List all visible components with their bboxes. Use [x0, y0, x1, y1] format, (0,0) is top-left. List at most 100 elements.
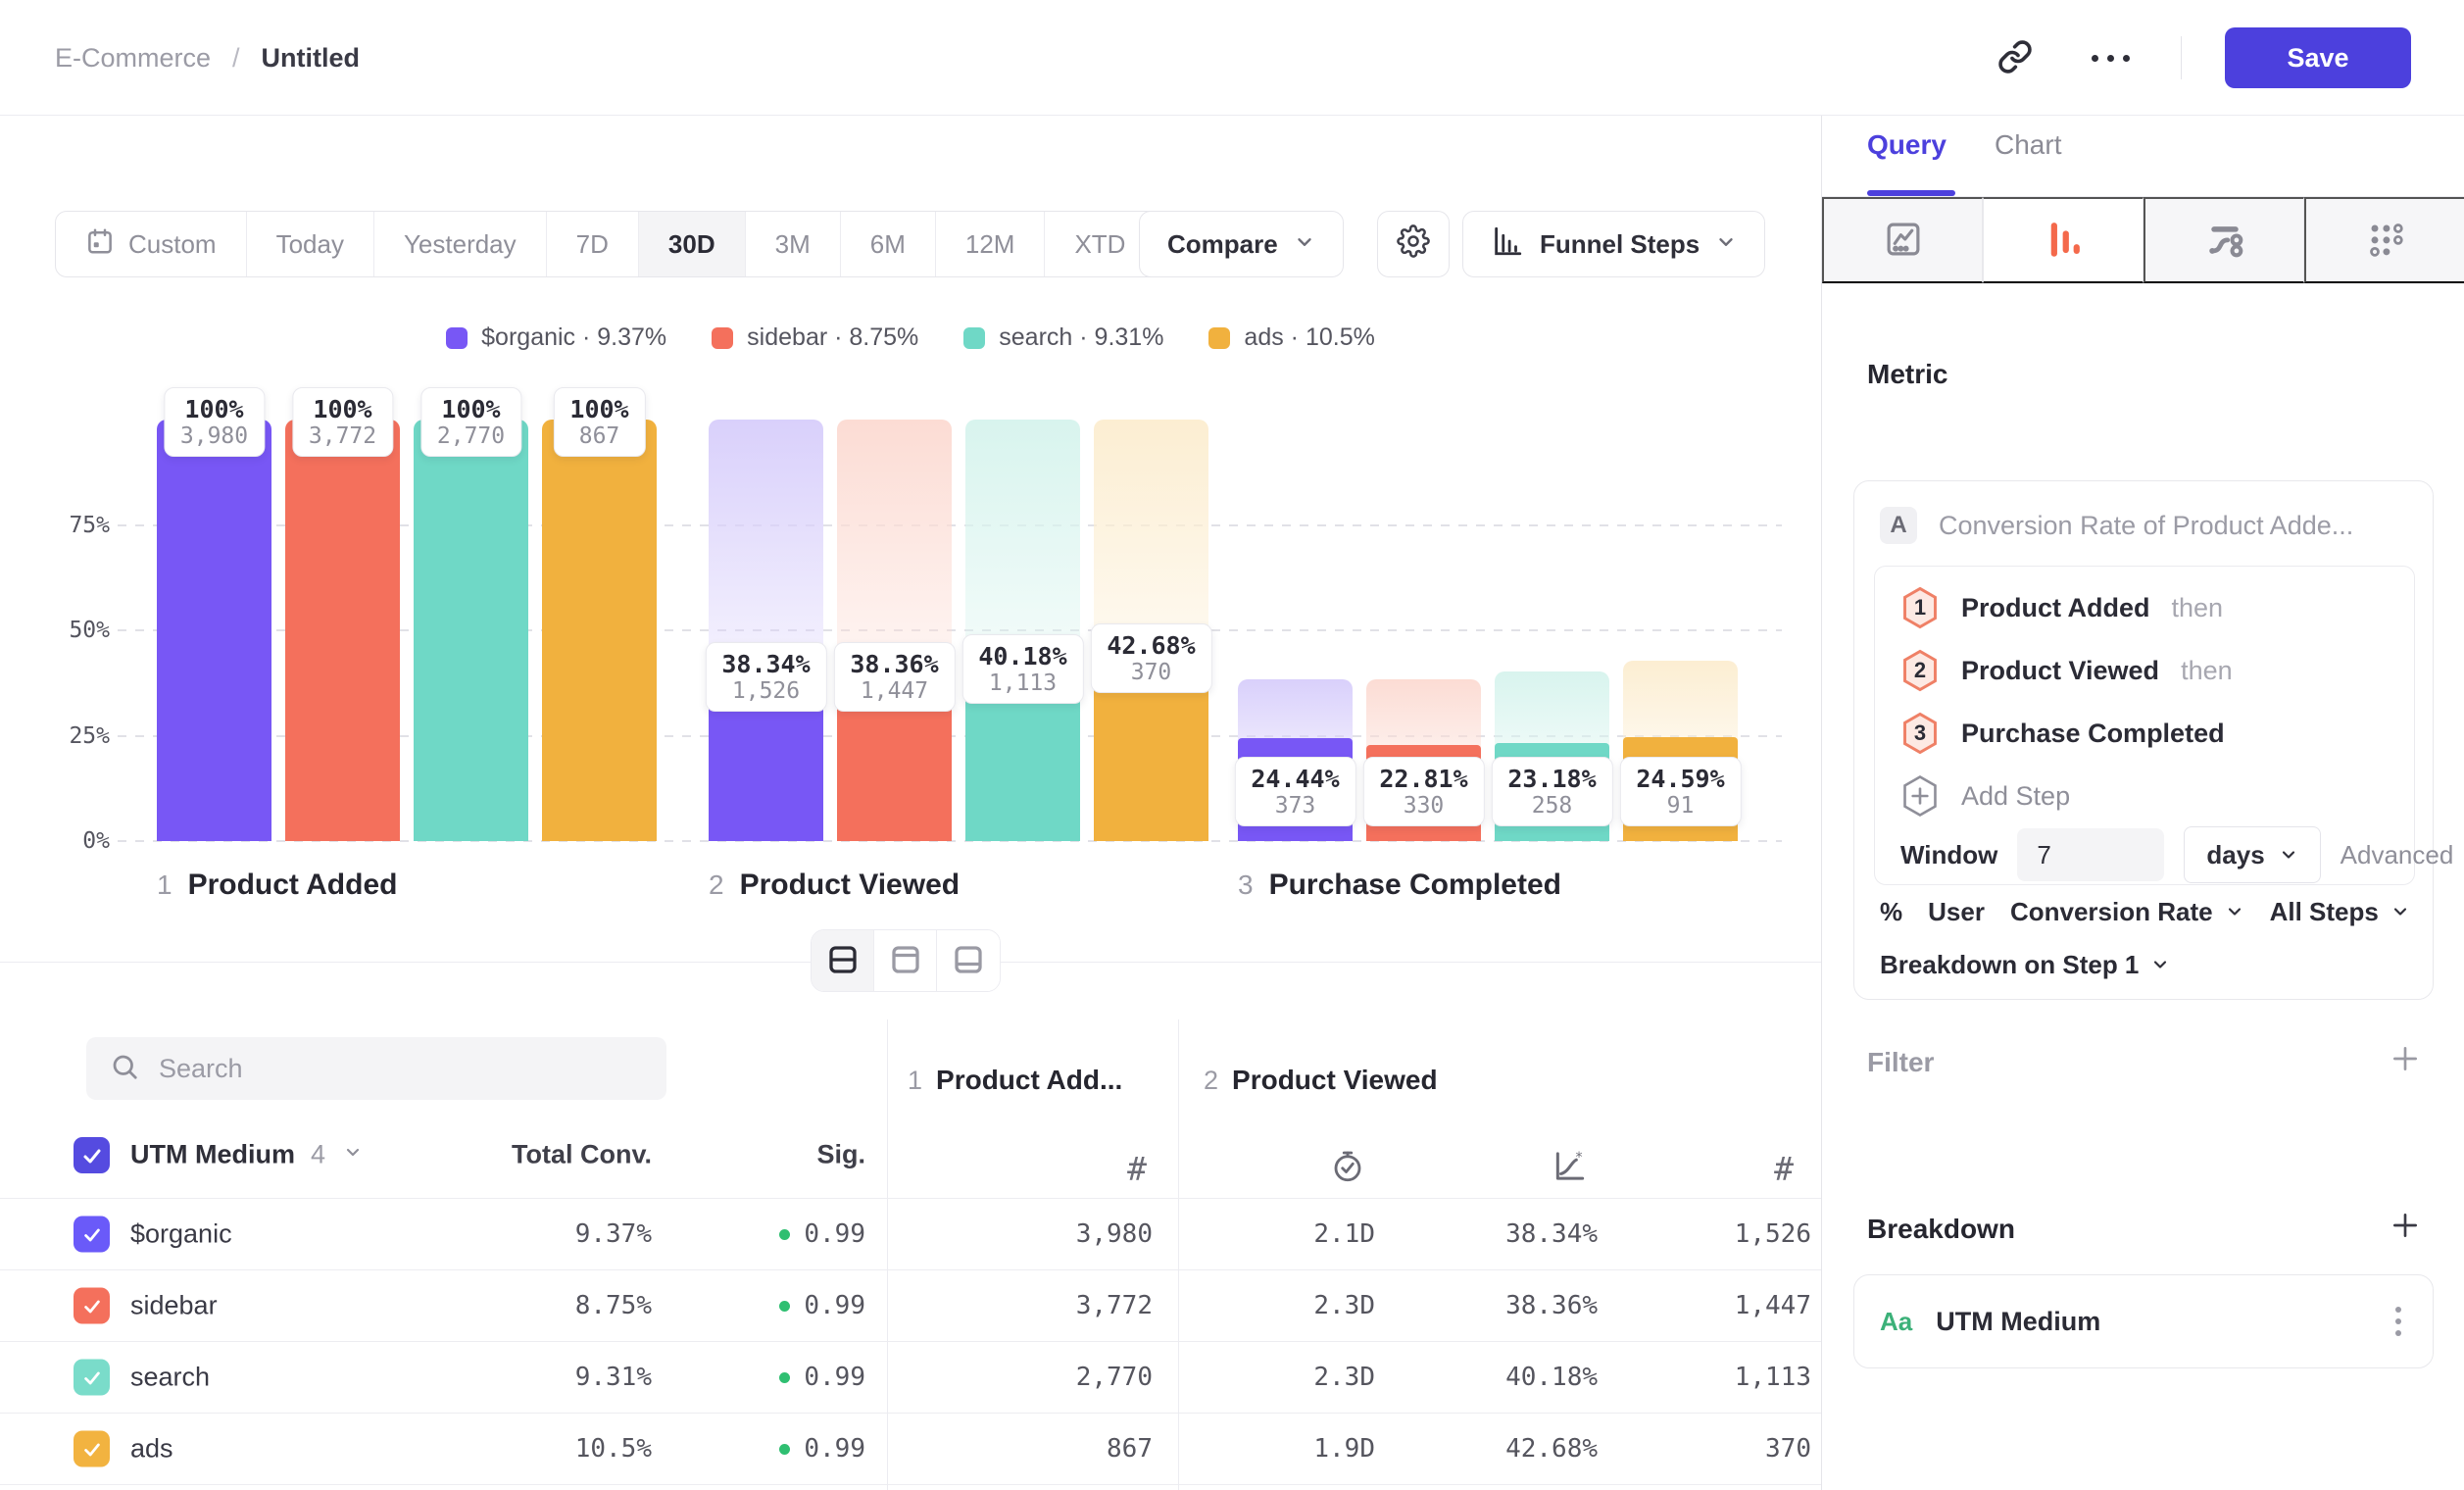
range-7d[interactable]: 7D	[547, 212, 639, 276]
step-name: Product Add...	[936, 1065, 1122, 1096]
step-name: Purchase Completed	[1269, 869, 1561, 902]
legend-item-search[interactable]: search · 9.31%	[963, 323, 1163, 352]
range-custom[interactable]: Custom	[56, 212, 247, 276]
range-today[interactable]: Today	[247, 212, 374, 276]
measure-steps-select[interactable]: All Steps	[2270, 897, 2410, 927]
row-name: ads	[130, 1434, 173, 1465]
metric-step-1[interactable]: 1Product Addedthen	[1900, 586, 2223, 629]
step-hexagon-badge: 2	[1900, 649, 1940, 692]
measure-user[interactable]: User	[1928, 897, 1985, 927]
step2-count: 1,447	[1735, 1291, 1811, 1320]
table-row-ads[interactable]: ads10.5%8671.9D42.68%3700.99	[0, 1414, 1821, 1485]
view-chart-only-button[interactable]	[874, 930, 937, 991]
breakdown-on-row: Breakdown on Step 1	[1880, 938, 2170, 991]
tab-chart[interactable]: Chart	[1995, 129, 2061, 161]
measure-prefix[interactable]: %	[1880, 897, 1902, 927]
step-number: 3	[1238, 869, 1254, 901]
count-metric-icon[interactable]: #	[1774, 1150, 1794, 1188]
measure-type-select[interactable]: Conversion Rate	[2010, 897, 2244, 927]
range-label: XTD	[1074, 229, 1125, 260]
range-label: 30D	[668, 229, 715, 260]
table-row-sidebar[interactable]: sidebar8.75%3,7722.3D38.36%1,4470.99	[0, 1270, 1821, 1342]
avg-time-metric-icon[interactable]	[1330, 1149, 1365, 1189]
bar-count: 330	[1379, 793, 1467, 819]
bar-count: 91	[1636, 793, 1724, 819]
funnel-bar-search-step1[interactable]	[414, 420, 528, 841]
split-view-icon	[825, 942, 861, 980]
add-step-button[interactable]: Add Step	[1900, 774, 2070, 818]
kebab-menu-icon[interactable]	[2390, 1301, 2407, 1342]
count-metric-icon[interactable]: #	[1127, 1150, 1147, 1188]
breadcrumb-separator: /	[232, 43, 240, 74]
metric-step-2[interactable]: 2Product Viewedthen	[1900, 649, 2233, 692]
total-conv-header[interactable]: Total Conv.	[512, 1140, 652, 1170]
step2-conv: 42.68%	[1505, 1434, 1598, 1464]
legend-item-ads[interactable]: ads · 10.5%	[1208, 323, 1374, 352]
chart-type-retention-tab[interactable]	[2304, 197, 2464, 283]
metric-title: Conversion Rate of Product Adde...	[1939, 511, 2353, 541]
search-input[interactable]	[157, 1053, 643, 1085]
bar-value-label: 40.18%1,113	[961, 634, 1083, 704]
window-unit-select[interactable]: days	[2184, 826, 2320, 883]
chart-type-flow-tab[interactable]	[2144, 197, 2304, 283]
breakdown-item[interactable]: Aa UTM Medium	[1853, 1274, 2434, 1368]
chart-type-funnel-tab[interactable]	[1983, 197, 2144, 283]
chart-type-selector-button[interactable]: Funnel Steps	[1462, 211, 1765, 277]
sig-number: 0.99	[804, 1291, 865, 1320]
sig-header[interactable]: Sig.	[816, 1140, 865, 1170]
range-6m[interactable]: 6M	[841, 212, 936, 276]
range-30d[interactable]: 30D	[639, 212, 746, 276]
range-yesterday[interactable]: Yesterday	[374, 212, 547, 276]
legend-swatch	[963, 327, 985, 349]
total-conv-value: 9.37%	[575, 1219, 652, 1249]
tab-query[interactable]: Query	[1867, 129, 1947, 161]
funnel-bar-ads-step1[interactable]	[542, 420, 657, 841]
row-checkbox[interactable]	[74, 1431, 110, 1467]
legend-item-organic[interactable]: $organic · 9.37%	[446, 323, 666, 352]
breadcrumb-parent[interactable]: E-Commerce	[55, 43, 211, 74]
select-all-checkbox[interactable]	[74, 1137, 110, 1173]
measurement-row: % User Conversion Rate All Steps	[1880, 885, 2410, 938]
metric-step-3[interactable]: 3Purchase Completed	[1900, 712, 2225, 755]
step2-avg-time: 2.3D	[1313, 1291, 1375, 1320]
more-options-button[interactable]	[2084, 47, 2138, 70]
table-row-search[interactable]: search9.31%2,7702.3D40.18%1,1130.99	[0, 1342, 1821, 1414]
y-axis-tick: 0%	[31, 828, 110, 854]
funnel-bar-organic-step1[interactable]	[157, 420, 271, 841]
save-button[interactable]: Save	[2225, 27, 2411, 88]
property-type-badge: Aa	[1880, 1307, 1912, 1337]
table-step2-header[interactable]: 2 Product Viewed	[1204, 1065, 1438, 1096]
table-row-organic[interactable]: $organic9.37%3,9802.1D38.34%1,5260.99	[0, 1199, 1821, 1270]
chart-settings-button[interactable]	[1377, 211, 1450, 277]
legend-label: sidebar · 8.75%	[747, 323, 918, 352]
breakdown-on-select[interactable]: Breakdown on Step 1	[1880, 950, 2170, 980]
table-step1-header[interactable]: 1 Product Add...	[908, 1065, 1122, 1096]
row-checkbox[interactable]	[74, 1288, 110, 1324]
group-column-header[interactable]: UTM Medium 4	[130, 1140, 363, 1170]
conversion-metric-icon[interactable]: *	[1552, 1148, 1589, 1190]
share-link-button[interactable]	[1990, 31, 2041, 85]
window-value-input[interactable]	[2017, 828, 2164, 881]
view-table-only-button[interactable]	[937, 930, 1000, 991]
bar-count: 3,980	[180, 423, 248, 449]
metric-letter-badge: A	[1880, 507, 1917, 544]
advanced-toggle[interactable]: Advanced	[2341, 840, 2464, 870]
step2-avg-time: 2.3D	[1313, 1363, 1375, 1392]
compare-button[interactable]: Compare	[1139, 211, 1344, 277]
chart-type-metrics-tab[interactable]	[1822, 197, 1983, 283]
bar-pct: 40.18%	[978, 642, 1066, 670]
metric-title-row[interactable]: A Conversion Rate of Product Adde...	[1880, 507, 2353, 544]
breadcrumb-current[interactable]: Untitled	[262, 43, 361, 74]
range-3m[interactable]: 3M	[746, 212, 841, 276]
legend-item-sidebar[interactable]: sidebar · 8.75%	[712, 323, 918, 352]
add-filter-button[interactable]	[2390, 1043, 2421, 1079]
view-split-button[interactable]	[812, 930, 874, 991]
row-checkbox[interactable]	[74, 1217, 110, 1253]
row-checkbox[interactable]	[74, 1360, 110, 1396]
range-12m[interactable]: 12M	[936, 212, 1046, 276]
legend-swatch	[712, 327, 733, 349]
funnel-bar-sidebar-step1[interactable]	[285, 420, 400, 841]
add-breakdown-button[interactable]	[2390, 1210, 2421, 1246]
breakdown-on-label: Breakdown on Step 1	[1880, 950, 2139, 980]
range-label: 3M	[775, 229, 811, 260]
